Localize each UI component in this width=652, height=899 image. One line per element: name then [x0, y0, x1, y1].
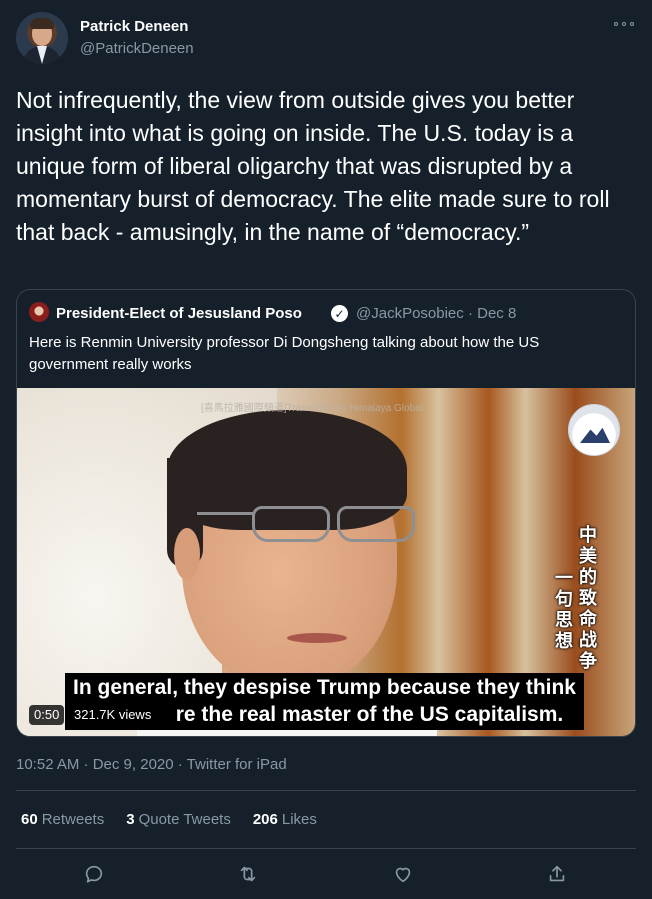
engagement-stats: 60 Retweets 3 Quote Tweets 206 Likes: [21, 811, 339, 828]
tweet-text: Not infrequently, the view from outside …: [16, 87, 610, 245]
retweet-icon[interactable]: [232, 858, 264, 890]
author-name[interactable]: Patrick Deneen: [80, 18, 188, 35]
quoted-tweet[interactable]: President-Elect of Jesusland Poso ✓ @Jac…: [16, 289, 636, 737]
quoted-text: Here is Renmin University professor Di D…: [29, 334, 540, 373]
glasses-arm: [197, 512, 255, 515]
likes-stat[interactable]: 206 Likes: [253, 811, 317, 828]
author-handle[interactable]: @PatrickDeneen: [80, 40, 194, 57]
video-player[interactable]: [喜馬拉雅國際頻道]Translated by Himalaya Global …: [17, 388, 635, 736]
video-watermark: [喜馬拉雅國際頻道]Translated by Himalaya Global: [201, 403, 423, 414]
author-avatar[interactable]: [16, 12, 68, 64]
quote-tweets-stat[interactable]: 3 Quote Tweets: [126, 811, 231, 828]
more-options-icon[interactable]: [614, 16, 634, 32]
video-duration-badge: 0:50: [29, 705, 65, 725]
tweet-timestamp[interactable]: 10:52 AM · Dec 9, 2020 · Twitter for iPa…: [16, 756, 287, 773]
video-caption-vertical-right: 中美的致命战争: [579, 525, 597, 671]
avatar-hair: [30, 18, 54, 29]
reply-icon[interactable]: [78, 858, 110, 890]
glasses-lens-right: [337, 506, 415, 542]
glasses-lens-left: [252, 506, 330, 542]
speaker-ear: [174, 528, 200, 580]
quoted-author-name[interactable]: President-Elect of Jesusland Poso: [56, 305, 302, 322]
channel-logo-icon: [568, 404, 620, 456]
share-icon[interactable]: [541, 858, 573, 890]
subtitle-line-1: In general, they despise Trump because t…: [73, 676, 576, 699]
video-views-badge: 321.7K views: [69, 705, 157, 725]
like-icon[interactable]: [387, 858, 419, 890]
video-caption-vertical-left: 一句思想: [555, 568, 573, 651]
divider: [16, 790, 636, 791]
verified-badge-icon: ✓: [331, 305, 348, 322]
action-bar: [0, 858, 652, 890]
divider: [16, 848, 636, 849]
quoted-avatar[interactable]: [29, 302, 49, 322]
speaker-mouth: [287, 633, 347, 643]
retweets-stat[interactable]: 60 Retweets: [21, 811, 104, 828]
quoted-handle-date: @JackPosobiec · Dec 8: [356, 305, 517, 322]
